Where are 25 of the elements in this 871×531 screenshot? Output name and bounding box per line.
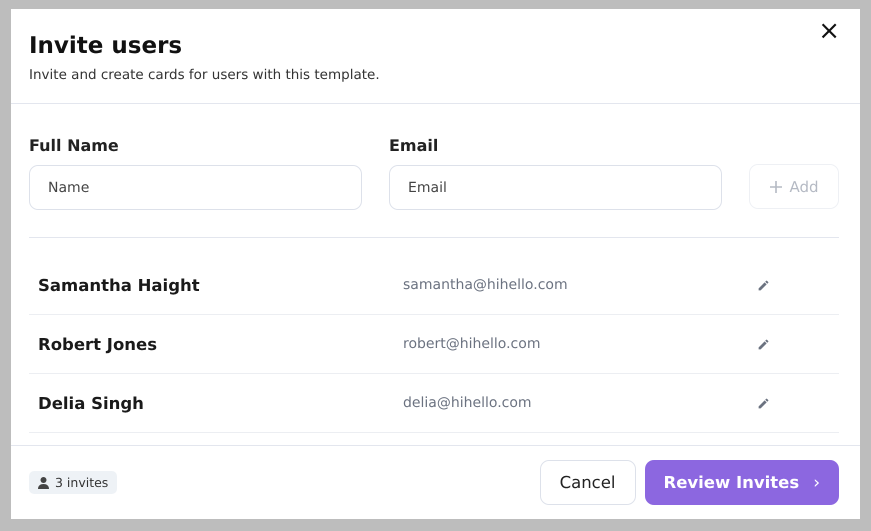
pencil-icon — [757, 396, 770, 410]
invitee-name: Robert Jones — [38, 334, 158, 354]
pencil-icon — [757, 338, 770, 350]
edit-button[interactable] — [757, 338, 770, 350]
plus-icon — [769, 180, 784, 194]
name-field[interactable]: Name — [29, 165, 362, 210]
person-icon — [38, 476, 49, 488]
cancel-button[interactable]: Cancel — [540, 460, 636, 505]
field-label: Full Name — [29, 136, 120, 155]
invite-count: 3 invites — [55, 475, 108, 490]
invitee-name: Samantha Haight — [38, 276, 201, 294]
review-invites-button[interactable]: Review Invites › — [644, 460, 839, 505]
invitee-name: Delia Singh — [38, 394, 145, 412]
edit-button[interactable] — [757, 278, 770, 292]
dialog-subtitle: Invite and create cards for users with this template. — [29, 67, 381, 83]
invitee-email: samantha@hihello.com — [403, 277, 569, 293]
invitee-email: robert@hihello.com — [403, 336, 542, 352]
dialog-title: Invite users — [29, 33, 184, 59]
close-button[interactable]: × — [814, 18, 844, 44]
invitee-email: delia@hihello.com — [403, 395, 533, 411]
pencil-icon — [757, 278, 770, 292]
email-field[interactable]: Email — [389, 165, 722, 210]
chevron-icon: › — [813, 472, 820, 492]
edit-button[interactable] — [757, 396, 770, 410]
field-label: Email — [389, 136, 440, 155]
